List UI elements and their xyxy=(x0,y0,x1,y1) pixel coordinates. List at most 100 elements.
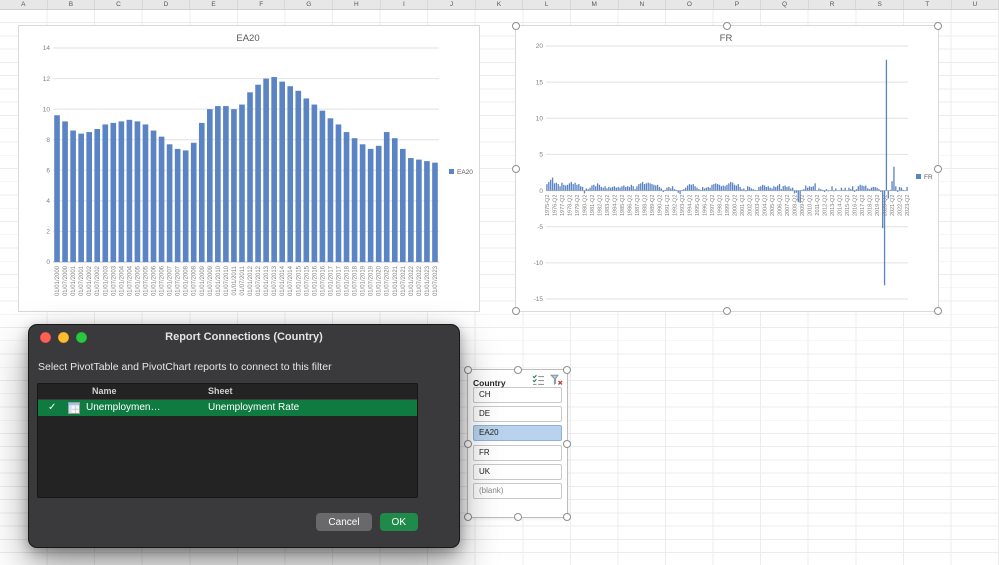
slicer-item-UK[interactable]: UK xyxy=(473,463,562,480)
svg-text:2021-Q2: 2021-Q2 xyxy=(890,195,896,216)
svg-text:1976-Q2: 1976-Q2 xyxy=(552,195,558,216)
svg-text:2001-Q2: 2001-Q2 xyxy=(740,195,746,216)
svg-text:01/01/2021: 01/01/2021 xyxy=(393,265,399,296)
svg-text:2017-Q2: 2017-Q2 xyxy=(860,195,866,216)
chart-fr[interactable]: -15 -10 -5 0 5 10 15 20 FR 1975-Q2 1976-Q2 1977-Q2 1… xyxy=(512,22,942,315)
svg-text:1983-Q2: 1983-Q2 xyxy=(605,195,611,216)
svg-text:1982-Q2: 1982-Q2 xyxy=(598,195,604,216)
chart-ea20[interactable]: 0 2 4 6 8 10 12 14 EA20 01/01/2000 01/07/2000 01/01… xyxy=(18,25,480,312)
selection-handle[interactable] xyxy=(512,307,520,315)
column-header-P[interactable]: P xyxy=(714,0,762,9)
column-header-J[interactable]: J xyxy=(428,0,476,9)
selection-handle[interactable] xyxy=(513,513,522,521)
selection-handle[interactable] xyxy=(563,513,571,521)
selection-handle[interactable] xyxy=(934,22,942,30)
column-header-U[interactable]: U xyxy=(952,0,999,9)
column-header-R[interactable]: R xyxy=(809,0,857,9)
column-header-O[interactable]: O xyxy=(666,0,714,9)
column-header-E[interactable]: E xyxy=(190,0,238,9)
selection-handle[interactable] xyxy=(464,439,472,448)
svg-text:-15: -15 xyxy=(534,296,544,303)
column-header-K[interactable]: K xyxy=(476,0,524,9)
column-header-G[interactable]: G xyxy=(285,0,334,9)
report-connections-dialog: Report Connections (Country) Select Pivo… xyxy=(28,324,460,548)
report-row-unemployment[interactable]: ✓ Unemploymen… Unemployment Rate xyxy=(38,400,417,416)
selection-handle[interactable] xyxy=(934,164,942,173)
slicer-item-EA20[interactable]: EA20 xyxy=(473,425,562,442)
selection-handle[interactable] xyxy=(512,22,520,30)
svg-text:01/07/2018: 01/07/2018 xyxy=(353,265,359,296)
slicer-item-FR[interactable]: FR xyxy=(473,444,562,461)
selection-handle[interactable] xyxy=(512,164,520,173)
column-header-M[interactable]: M xyxy=(571,0,619,9)
column-headers[interactable]: ABCDEFGHIJKLMNOPQRSTU xyxy=(0,0,999,10)
svg-text:01/01/2006: 01/01/2006 xyxy=(152,265,158,296)
multi-select-icon[interactable] xyxy=(532,373,545,385)
svg-text:2008-Q2: 2008-Q2 xyxy=(793,195,799,216)
svg-text:2015-Q2: 2015-Q2 xyxy=(845,195,851,216)
svg-text:01/07/2003: 01/07/2003 xyxy=(111,265,117,296)
zoom-icon[interactable] xyxy=(76,331,87,343)
svg-text:1977-Q2: 1977-Q2 xyxy=(560,195,566,216)
selection-handle[interactable] xyxy=(563,366,571,374)
column-header-Q[interactable]: Q xyxy=(761,0,809,9)
svg-text:01/07/2020: 01/07/2020 xyxy=(385,265,391,296)
column-header-A[interactable]: A xyxy=(0,0,48,9)
report-list-header: Name Sheet xyxy=(38,384,417,400)
column-header-S[interactable]: S xyxy=(856,0,904,9)
selection-handle[interactable] xyxy=(513,366,522,374)
svg-text:01/07/2004: 01/07/2004 xyxy=(127,265,133,296)
column-header-B[interactable]: B xyxy=(48,0,96,9)
cancel-button[interactable]: Cancel xyxy=(316,513,372,531)
svg-text:1997-Q2: 1997-Q2 xyxy=(710,195,716,216)
svg-text:01/07/2015: 01/07/2015 xyxy=(304,265,310,296)
svg-text:1990-Q2: 1990-Q2 xyxy=(658,195,664,216)
svg-text:2005-Q2: 2005-Q2 xyxy=(770,195,776,216)
report-sheet: Unemployment Rate xyxy=(208,402,300,413)
column-header-D[interactable]: D xyxy=(143,0,191,9)
column-header-name: Name xyxy=(92,386,117,396)
svg-text:01/01/2000: 01/01/2000 xyxy=(55,265,61,296)
slicer-item-DE[interactable]: DE xyxy=(473,406,562,423)
svg-text:01/07/2019: 01/07/2019 xyxy=(369,265,375,296)
column-header-sheet: Sheet xyxy=(208,386,233,396)
column-header-I[interactable]: I xyxy=(381,0,429,9)
svg-text:2003-Q2: 2003-Q2 xyxy=(755,195,761,216)
svg-text:01/07/2023: 01/07/2023 xyxy=(433,265,439,296)
selection-handle[interactable] xyxy=(723,22,731,30)
svg-text:0: 0 xyxy=(539,188,543,195)
svg-text:01/01/2002: 01/01/2002 xyxy=(87,265,93,296)
selection-handle[interactable] xyxy=(464,366,472,374)
dialog-titlebar[interactable]: Report Connections (Country) xyxy=(29,325,459,349)
dialog-description: Select PivotTable and PivotChart reports… xyxy=(38,361,332,373)
column-header-C[interactable]: C xyxy=(95,0,143,9)
selection-handle[interactable] xyxy=(934,307,942,315)
column-header-F[interactable]: F xyxy=(238,0,286,9)
svg-text:01/01/2008: 01/01/2008 xyxy=(184,265,190,296)
svg-text:-5: -5 xyxy=(537,224,543,231)
svg-text:01/07/2012: 01/07/2012 xyxy=(256,265,262,296)
column-header-T[interactable]: T xyxy=(904,0,952,9)
ok-button[interactable]: OK xyxy=(379,513,418,531)
svg-text:01/07/2017: 01/07/2017 xyxy=(337,265,343,296)
column-header-H[interactable]: H xyxy=(333,0,381,9)
minimize-icon[interactable] xyxy=(58,331,69,343)
clear-filter-icon[interactable] xyxy=(550,373,563,385)
excel-workbook: ABCDEFGHIJKLMNOPQRSTU 0 2 4 6 8 10 12 14 EA20 01/… xyxy=(0,0,999,565)
country-slicer[interactable]: Country CH DE EA20 FR UK (blank) xyxy=(464,366,571,521)
checkbox-checked-icon[interactable]: ✓ xyxy=(48,400,56,416)
svg-text:2007-Q2: 2007-Q2 xyxy=(785,195,791,216)
close-icon[interactable] xyxy=(40,331,51,343)
selection-handle[interactable] xyxy=(723,307,731,315)
svg-text:01/07/2002: 01/07/2002 xyxy=(95,265,101,296)
selection-handle[interactable] xyxy=(464,513,472,521)
column-header-L[interactable]: L xyxy=(523,0,571,9)
selection-handle[interactable] xyxy=(563,439,571,448)
svg-text:2002-Q2: 2002-Q2 xyxy=(748,195,754,216)
svg-text:01/01/2014: 01/01/2014 xyxy=(280,265,286,296)
column-header-N[interactable]: N xyxy=(619,0,667,9)
svg-text:2022-Q2: 2022-Q2 xyxy=(898,195,904,216)
slicer-item-blank[interactable]: (blank) xyxy=(473,482,562,499)
slicer-items: CH DE EA20 FR UK (blank) xyxy=(468,387,567,499)
svg-text:1999-Q2: 1999-Q2 xyxy=(725,195,731,216)
